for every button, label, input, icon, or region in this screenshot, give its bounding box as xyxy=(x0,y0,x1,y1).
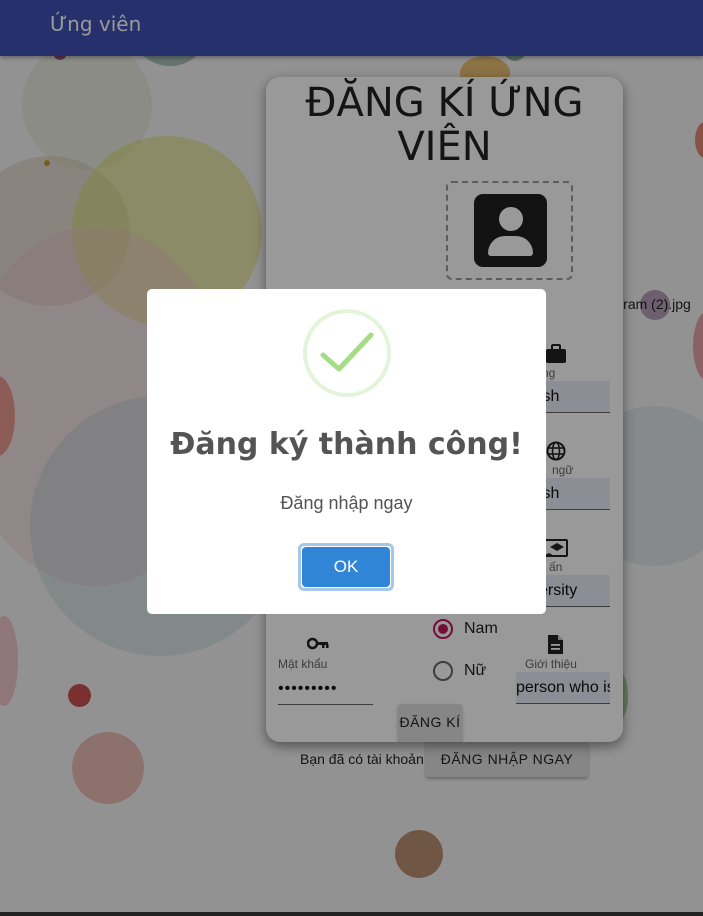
success-check-icon xyxy=(303,309,391,397)
ok-button[interactable]: OK xyxy=(298,543,394,591)
ok-button-label: OK xyxy=(302,547,390,587)
bottom-edge xyxy=(0,912,703,916)
dialog-title: Đăng ký thành công! xyxy=(170,427,523,462)
success-dialog: Đăng ký thành công! Đăng nhập ngay OK xyxy=(147,289,546,614)
dialog-message: Đăng nhập ngay xyxy=(280,493,413,513)
